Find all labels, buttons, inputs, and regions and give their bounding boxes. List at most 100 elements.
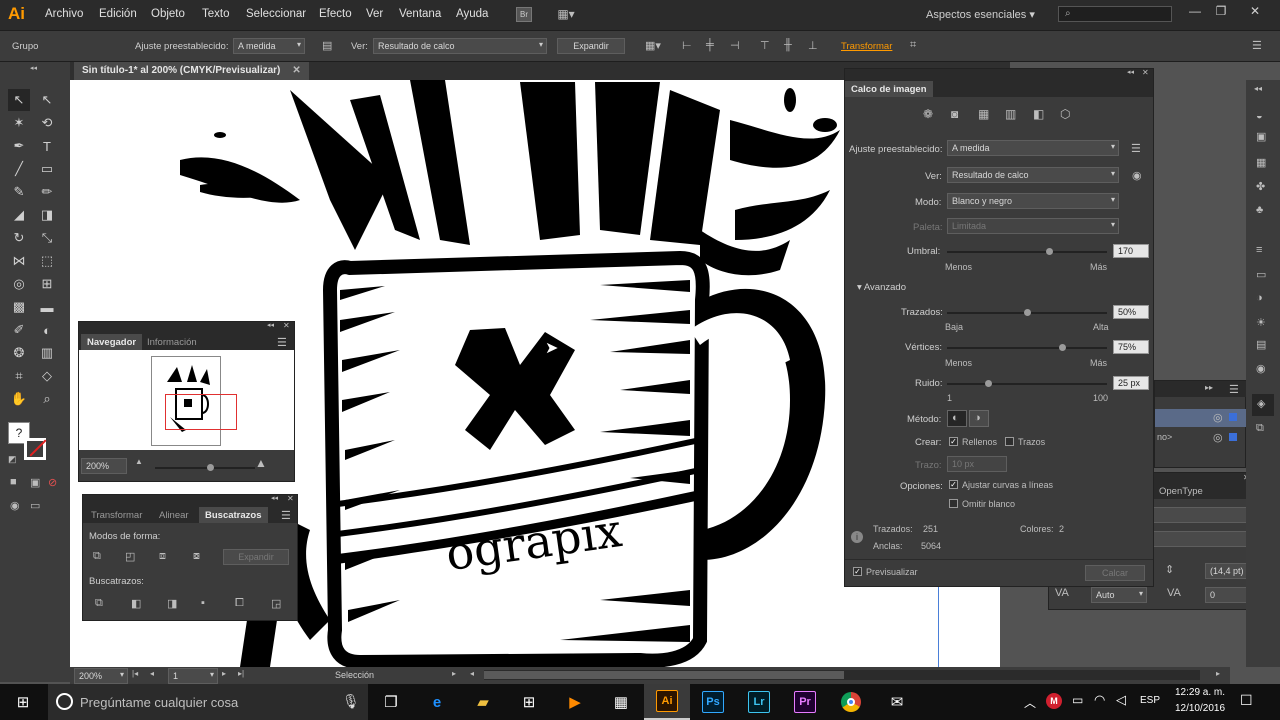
menu-efecto[interactable]: Efecto (319, 8, 352, 20)
navigator-zoom-slider[interactable] (155, 464, 255, 471)
kerning-field[interactable]: Auto ▾ (1091, 587, 1147, 603)
stroke-width-field[interactable]: 10 px (947, 456, 1007, 472)
corners-knob[interactable] (1058, 344, 1066, 351)
links-icon[interactable]: ⧉ (1256, 422, 1264, 435)
tab-calco-imagen[interactable]: Calco de imagen (845, 81, 933, 97)
tab-opentype[interactable]: OpenType (1153, 483, 1209, 499)
antivirus-icon[interactable]: M (1046, 693, 1062, 709)
app-button[interactable]: ✉ (874, 684, 920, 720)
align-right-icon[interactable]: ⊣ (730, 39, 740, 52)
graphic-styles-icon[interactable]: ▤ (1256, 338, 1266, 351)
photoshop-button[interactable]: Ps (690, 684, 736, 720)
zoom-out-icon[interactable]: ▲ (135, 457, 143, 466)
gradient-icon[interactable]: ▭ (1256, 268, 1266, 281)
collapse-icon[interactable]: ◂◂ (30, 64, 37, 72)
trace-mode-dropdown[interactable]: Blanco y negro ▾ (947, 193, 1119, 209)
notifications-icon[interactable]: ☐ (1240, 692, 1253, 709)
align-center-icon[interactable]: ╪ (706, 39, 714, 51)
arrange-documents-icon[interactable]: ▦▾ (551, 7, 581, 21)
unite-icon[interactable]: ⧉ (93, 550, 101, 563)
pathfinder-expand-button[interactable]: Expandir (223, 549, 289, 565)
trace-palette-dropdown[interactable]: Limitada ▾ (947, 218, 1119, 234)
advanced-toggle[interactable]: ▾ Avanzado (857, 282, 906, 293)
trace-button[interactable]: Calcar (1085, 565, 1145, 581)
preset-list-icon[interactable]: ☰ (1131, 142, 1141, 155)
navigator-preview[interactable] (79, 350, 294, 450)
exclude-icon[interactable]: ⧇ (193, 550, 200, 563)
fills-checkbox[interactable]: ✓ (949, 437, 958, 446)
default-colors-icon[interactable]: ◩ (8, 454, 17, 465)
paths-slider[interactable] (947, 309, 1107, 316)
abutting-method-button[interactable]: ◐ (947, 410, 967, 427)
tab-transformar[interactable]: Transformar (85, 507, 148, 523)
leading-field[interactable]: (14,4 pt) (1205, 563, 1247, 579)
panel-menu-icon[interactable]: ☰ (1252, 39, 1262, 52)
tab-alinear[interactable]: Alinear (153, 507, 195, 523)
crop-icon[interactable]: ▪ (201, 597, 205, 609)
layers-icon[interactable]: ◈ (1252, 394, 1274, 416)
draw-mode-icon[interactable]: ◉ (10, 499, 20, 512)
scroll-left-icon[interactable]: ◂ (470, 669, 474, 678)
direct-selection-tool-icon[interactable]: ↖ (36, 89, 58, 111)
menu-ver[interactable]: Ver (366, 8, 383, 20)
gradient-mode-icon[interactable]: ▣ (30, 476, 40, 489)
cortana-search-box[interactable]: Pregúntame cualquier cosa 🎙 (48, 684, 368, 720)
tab-navegador[interactable]: Navegador (81, 334, 143, 350)
snap-checkbox[interactable]: ✓ (949, 480, 958, 489)
last-artboard-icon[interactable]: ▸| (238, 669, 244, 678)
close-icon[interactable]: ✕ (1142, 68, 1149, 77)
noise-field[interactable]: 25 px (1113, 376, 1149, 390)
symbols-icon[interactable]: ♣ (1256, 204, 1263, 216)
threshold-field[interactable]: 170 (1113, 244, 1149, 258)
blend-tool-icon[interactable]: ◐ (36, 319, 58, 341)
scroll-right-icon[interactable]: ▸ (1216, 669, 1220, 678)
eyedropper-tool-icon[interactable]: ✐ (8, 319, 30, 341)
menu-edicion[interactable]: Edición (99, 8, 137, 20)
lightroom-button[interactable]: Lr (736, 684, 782, 720)
task-view-button[interactable]: ❐ (368, 684, 414, 720)
restore-button[interactable]: ❐ (1206, 0, 1236, 22)
volume-icon[interactable]: ◁ (1116, 692, 1126, 708)
panel-menu-icon[interactable]: ☰ (1229, 383, 1239, 396)
font-style-dropdown[interactable]: ▾ (1153, 531, 1261, 547)
free-transform-tool-icon[interactable]: ⬚ (36, 250, 58, 272)
bridge-button[interactable]: Br (516, 7, 532, 22)
microphone-icon[interactable]: 🎙 (342, 693, 360, 710)
none-mode-icon[interactable]: ⊘ (48, 476, 57, 489)
help-search-input[interactable]: ⌕ (1058, 6, 1172, 22)
corners-field[interactable]: 75% (1113, 340, 1149, 354)
menu-seleccionar[interactable]: Seleccionar (246, 8, 306, 20)
slice-tool-icon[interactable]: ◇ (36, 365, 58, 387)
status-menu-arrow-icon[interactable]: ▸ (452, 669, 456, 678)
swatches-icon[interactable]: ▦ (1256, 156, 1266, 169)
zoom-tool-icon[interactable]: ⌕ (36, 388, 58, 410)
prev-artboard-icon[interactable]: ◂ (150, 669, 154, 678)
color-mode-icon[interactable]: ■ (10, 476, 17, 488)
collapse-icon[interactable]: ◂◂ (271, 494, 278, 502)
threshold-slider[interactable] (947, 248, 1107, 255)
rectangle-tool-icon[interactable]: ▭ (36, 158, 58, 180)
noise-slider[interactable] (947, 380, 1107, 387)
edge-button[interactable]: e (414, 684, 460, 720)
screen-mode-icon[interactable]: ▭ (30, 499, 40, 512)
pen-tool-icon[interactable]: ✒ (8, 135, 30, 157)
outline-icon[interactable]: ⧠ (235, 597, 244, 610)
high-color-icon[interactable]: ◙ (951, 107, 958, 121)
calculator-button[interactable]: ▦ (598, 684, 644, 720)
width-tool-icon[interactable]: ⋈ (8, 250, 30, 272)
trace-panel-icon[interactable]: ▤ (322, 39, 332, 52)
trim-icon[interactable]: ◧ (131, 597, 141, 610)
illustrator-button[interactable]: Ai (644, 684, 690, 720)
align-left-icon[interactable]: ⊢ (682, 39, 692, 52)
graph-tool-icon[interactable]: ▥ (36, 342, 58, 364)
document-tab[interactable]: Sin título-1* al 200% (CMYK/Previsualiza… (74, 62, 309, 80)
tab-informacion[interactable]: Información (141, 334, 203, 350)
navigator-zoom-knob[interactable] (207, 464, 214, 471)
wifi-icon[interactable]: ◠ (1094, 692, 1105, 708)
perspective-grid-tool-icon[interactable]: ⊞ (36, 273, 58, 295)
align-bottom-icon[interactable]: ⊥ (808, 39, 818, 52)
merge-icon[interactable]: ◨ (167, 597, 177, 610)
intersect-icon[interactable]: ⧈ (159, 550, 166, 563)
low-color-icon[interactable]: ▦ (978, 107, 989, 121)
line-tool-icon[interactable]: ╱ (8, 158, 30, 180)
